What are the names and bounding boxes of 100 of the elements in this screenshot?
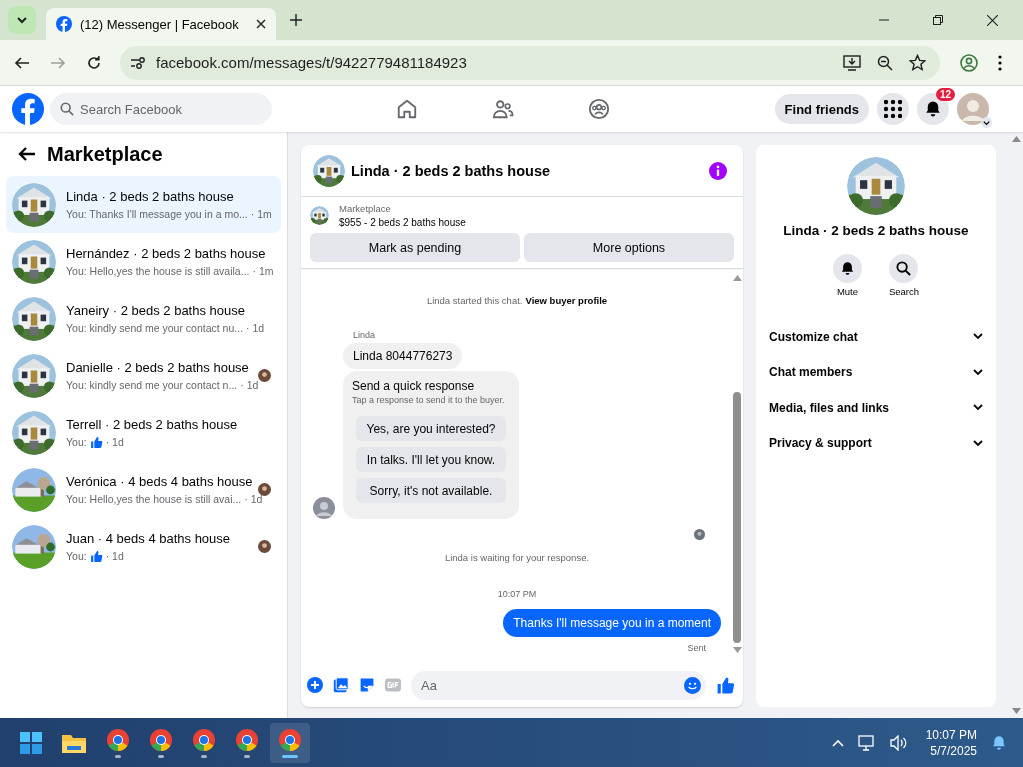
caret-icon: [981, 117, 992, 128]
windows-icon[interactable]: [20, 731, 42, 754]
conversation-title: Terrell · 2 beds 2 baths house: [66, 416, 239, 432]
conversation-item[interactable]: Yaneiry · 2 beds 2 baths house You: kindly send me your contact nu... · 1d: [6, 290, 281, 347]
reload-icon[interactable]: [86, 54, 102, 71]
site-settings-icon[interactable]: [130, 54, 146, 71]
tab-search-button[interactable]: [8, 6, 36, 34]
details-title: Linda · 2 beds 2 baths house: [783, 223, 969, 238]
message-time: · 1m: [252, 265, 274, 277]
action-label: Mute: [836, 286, 858, 297]
chevron-icon: [973, 333, 983, 341]
quick-reply-button[interactable]: Yes, are you interested?: [356, 416, 506, 441]
network-icon[interactable]: [857, 734, 876, 751]
menu-button[interactable]: [877, 93, 909, 125]
find-friends-button[interactable]: Find friends: [774, 94, 869, 124]
zoom-icon[interactable]: [877, 54, 893, 71]
message-timestamp: 10:07 PM: [497, 589, 537, 599]
browser-icon: [106, 727, 130, 752]
chevron-up-icon[interactable]: [831, 738, 844, 747]
restore-icon[interactable]: [933, 15, 943, 25]
message-preview: You:: [66, 436, 87, 448]
quick-response-title: Send a quick response: [352, 379, 476, 393]
new-tab-icon[interactable]: [290, 14, 302, 26]
plus-icon[interactable]: [307, 677, 323, 693]
profile-icon[interactable]: [960, 53, 978, 72]
info-icon[interactable]: [709, 161, 727, 180]
install-icon[interactable]: [843, 54, 861, 71]
incoming-message: Linda 8044776273: [343, 343, 463, 369]
details-section[interactable]: Media, files and links: [769, 390, 983, 426]
message-preview: You: kindly send me your contact nu...: [66, 322, 244, 334]
listing-title: $955 - 2 beds 2 baths house: [339, 217, 466, 228]
search-field[interactable]: Search Facebook: [50, 93, 272, 125]
outgoing-message: Thanks I'll message you in a moment: [503, 609, 721, 637]
sender-name: Linda: [353, 330, 377, 340]
conversation-item[interactable]: Juan · 4 beds 4 baths house You: · 1d: [6, 518, 281, 575]
menu-icon[interactable]: [998, 54, 1002, 71]
chat-notice: Linda started this chat.: [426, 295, 523, 306]
conversation-item[interactable]: Linda · 2 beds 2 baths house You: Thanks I'll message you in a mo... · 1m: [6, 176, 281, 233]
search-icon: [60, 102, 74, 116]
groups-icon[interactable]: [588, 98, 610, 120]
image-icon[interactable]: [333, 677, 349, 693]
back-arrow-icon[interactable]: [18, 146, 36, 162]
listing-action-button[interactable]: Mark as pending: [310, 233, 520, 262]
scroll-down-icon[interactable]: [1012, 708, 1021, 714]
scroll-up-icon[interactable]: [732, 275, 742, 281]
close-icon[interactable]: [256, 19, 266, 29]
chat-notice: Linda is waiting for your response.: [444, 552, 590, 563]
bell-icon[interactable]: [991, 734, 1007, 751]
address-bar[interactable]: facebook.com/messages/t/9422779481184923: [120, 45, 940, 80]
details-section[interactable]: Customize chat: [769, 319, 983, 355]
listing-label: Marketplace: [339, 203, 392, 214]
sticker-icon[interactable]: [359, 677, 375, 693]
scroll-up-icon[interactable]: [1012, 136, 1021, 142]
browser-tab[interactable]: (12) Messenger | Facebook: [46, 8, 276, 40]
quick-reply-button[interactable]: Sorry, it's not available.: [356, 478, 506, 503]
message-field[interactable]: Aa: [411, 670, 706, 700]
close-icon[interactable]: [987, 14, 998, 26]
scroll-down-icon[interactable]: [732, 647, 742, 653]
people-icon[interactable]: [492, 98, 514, 120]
conversation-title: Linda · 2 beds 2 baths house: [66, 189, 235, 204]
message-preview: You: Hello,yes the house is still availa...: [66, 265, 250, 277]
facebook-icon: [56, 16, 72, 32]
buyer-profile-link[interactable]: View buyer profile: [525, 295, 608, 306]
conversation-item[interactable]: Danielle · 2 beds 2 baths house You: kindly send me your contact n... · 1d: [6, 347, 281, 404]
facebook-logo-icon[interactable]: [12, 93, 44, 125]
clock-date: 5/7/2025: [930, 742, 977, 759]
star-icon[interactable]: [909, 54, 926, 71]
message-time: · 1d: [105, 436, 124, 448]
back-icon[interactable]: [14, 54, 30, 71]
mute-button[interactable]: [832, 254, 862, 283]
chat-title: Linda · 2 beds 2 baths house: [351, 162, 550, 179]
clock-time: 10:07 PM: [925, 726, 977, 743]
message-preview: You:: [66, 550, 87, 562]
thumbs-up-icon: [89, 435, 103, 449]
message-preview: You: Thanks I'll message you in a mo...: [66, 208, 248, 220]
browser-taskbar-button[interactable]: [270, 722, 310, 763]
volume-icon[interactable]: [889, 734, 908, 751]
message-time: · 1d: [244, 493, 263, 505]
details-section[interactable]: Privacy & support: [769, 425, 983, 461]
listing-action-button[interactable]: More options: [524, 233, 734, 262]
message-preview: You: Hello,yes the house is still avai...: [66, 493, 242, 505]
search-button[interactable]: [889, 254, 919, 283]
browser-icon: [235, 727, 259, 752]
avatar-icon: [313, 497, 335, 519]
conversation-title: Hernández · 2 beds 2 baths house: [66, 246, 267, 261]
message-time: · 1d: [240, 379, 259, 391]
message-preview: You: kindly send me your contact n...: [66, 379, 238, 391]
thumbs-up-icon: [89, 549, 103, 563]
message-time: · 1m: [250, 208, 272, 220]
chevron-icon: [973, 368, 983, 376]
conversation-title: Juan · 4 beds 4 baths house: [66, 530, 232, 546]
chevron-icon: [973, 439, 983, 447]
conversation-item[interactable]: Hernández · 2 beds 2 baths house You: Hello,yes the house is still availa... · 1m: [6, 233, 281, 290]
emoji-icon[interactable]: [684, 676, 701, 694]
conversation-item[interactable]: Verónica · 4 beds 4 baths house You: Hello,yes the house is still avai... · 1d: [6, 461, 281, 518]
sidebar-title: Marketplace: [47, 142, 163, 166]
conversation-item[interactable]: Terrell · 2 beds 2 baths house You: · 1d: [6, 404, 281, 461]
quick-reply-button[interactable]: In talks. I'll let you know.: [356, 447, 506, 472]
home-icon[interactable]: [396, 98, 418, 120]
details-section[interactable]: Chat members: [769, 354, 983, 390]
